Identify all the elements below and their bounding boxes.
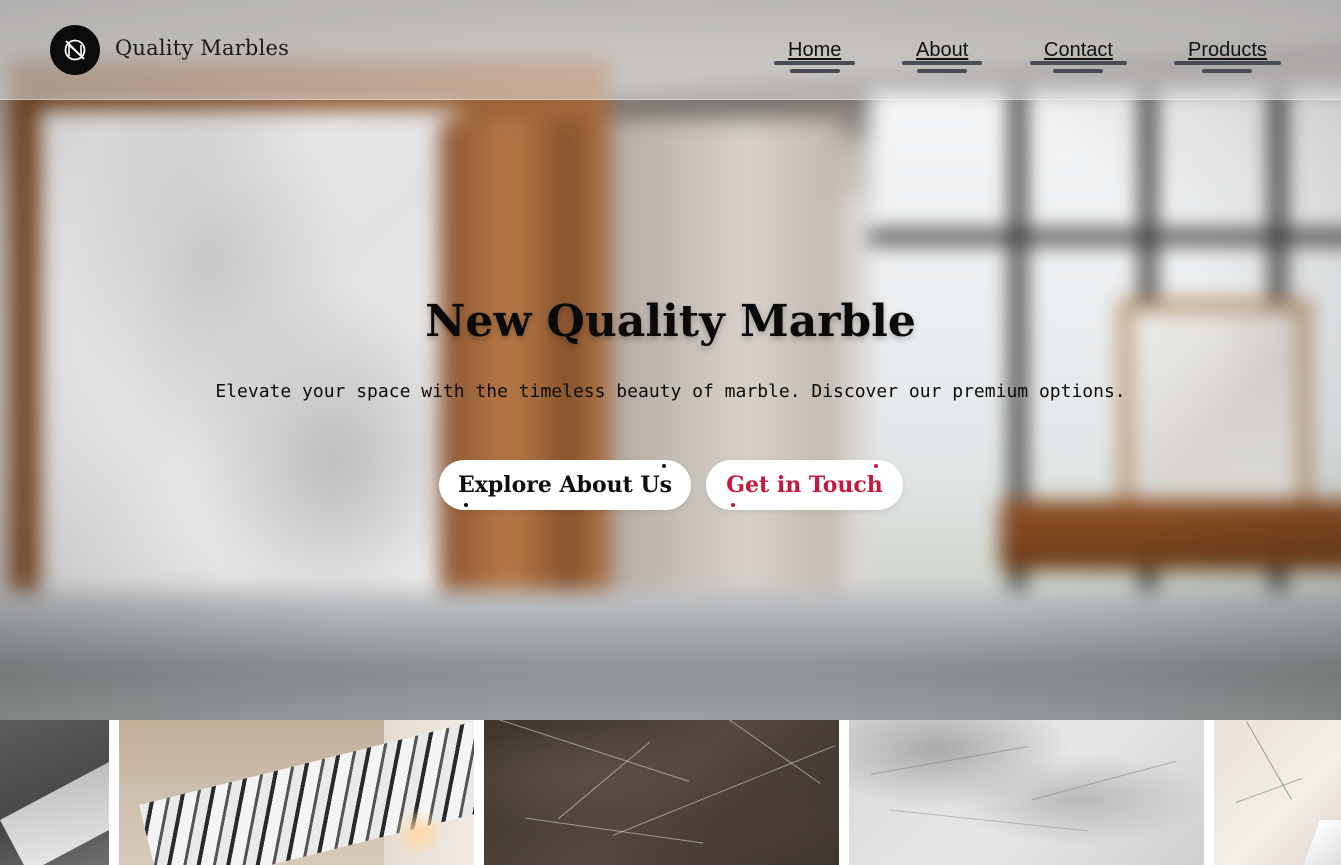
button-dot-decoration — [662, 464, 666, 468]
explore-about-us-label: Explore About Us — [457, 472, 673, 498]
circle-slash-icon — [64, 39, 86, 61]
nav-underline-bar — [1174, 61, 1281, 65]
nav-home-label: Home — [788, 39, 842, 61]
hero-section: New Quality Marble Elevate your space wi… — [0, 0, 1341, 720]
button-dot-decoration — [731, 503, 735, 507]
hero-background-image — [0, 0, 1341, 720]
nav-underline-bar — [789, 69, 840, 73]
brand-name[interactable]: Quality Marbles — [115, 36, 289, 60]
brand-logo[interactable] — [50, 25, 100, 75]
top-navbar: Quality Marbles Home About Contact Produ… — [0, 0, 1341, 100]
hero-subtitle: Elevate your space with the timeless bea… — [215, 381, 1126, 402]
nav-about[interactable]: About — [902, 39, 983, 73]
explore-about-us-button[interactable]: Explore About Us — [439, 460, 691, 510]
nav-underline-bar — [774, 61, 856, 65]
nav-underline-bar — [1202, 69, 1253, 73]
nav-contact[interactable]: Contact — [1030, 39, 1127, 73]
gallery-tile-dark-grey-marble[interactable] — [0, 720, 109, 865]
gallery-tile-grey-marble[interactable] — [849, 720, 1204, 865]
get-in-touch-label: Get in Touch — [726, 472, 883, 498]
get-in-touch-button[interactable]: Get in Touch — [706, 460, 903, 510]
nav-about-label: About — [916, 39, 969, 61]
button-dot-decoration — [464, 503, 468, 507]
gallery-tile-cream-marble[interactable] — [1214, 720, 1341, 865]
nav-contact-label: Contact — [1044, 39, 1113, 61]
hero-title: New Quality Marble — [425, 296, 916, 347]
button-dot-decoration — [874, 464, 878, 468]
gallery-tile-marble-counter[interactable] — [119, 720, 474, 865]
gallery-tile-brown-marble[interactable] — [484, 720, 839, 865]
nav-underline-bar — [1053, 69, 1104, 73]
nav-underline-bar — [902, 61, 983, 65]
marble-gallery — [0, 720, 1341, 865]
nav-home[interactable]: Home — [774, 39, 856, 73]
nav-underline-bar — [917, 69, 968, 73]
nav-products-label: Products — [1188, 39, 1267, 61]
nav-products[interactable]: Products — [1174, 39, 1281, 73]
nav-underline-bar — [1030, 61, 1127, 65]
